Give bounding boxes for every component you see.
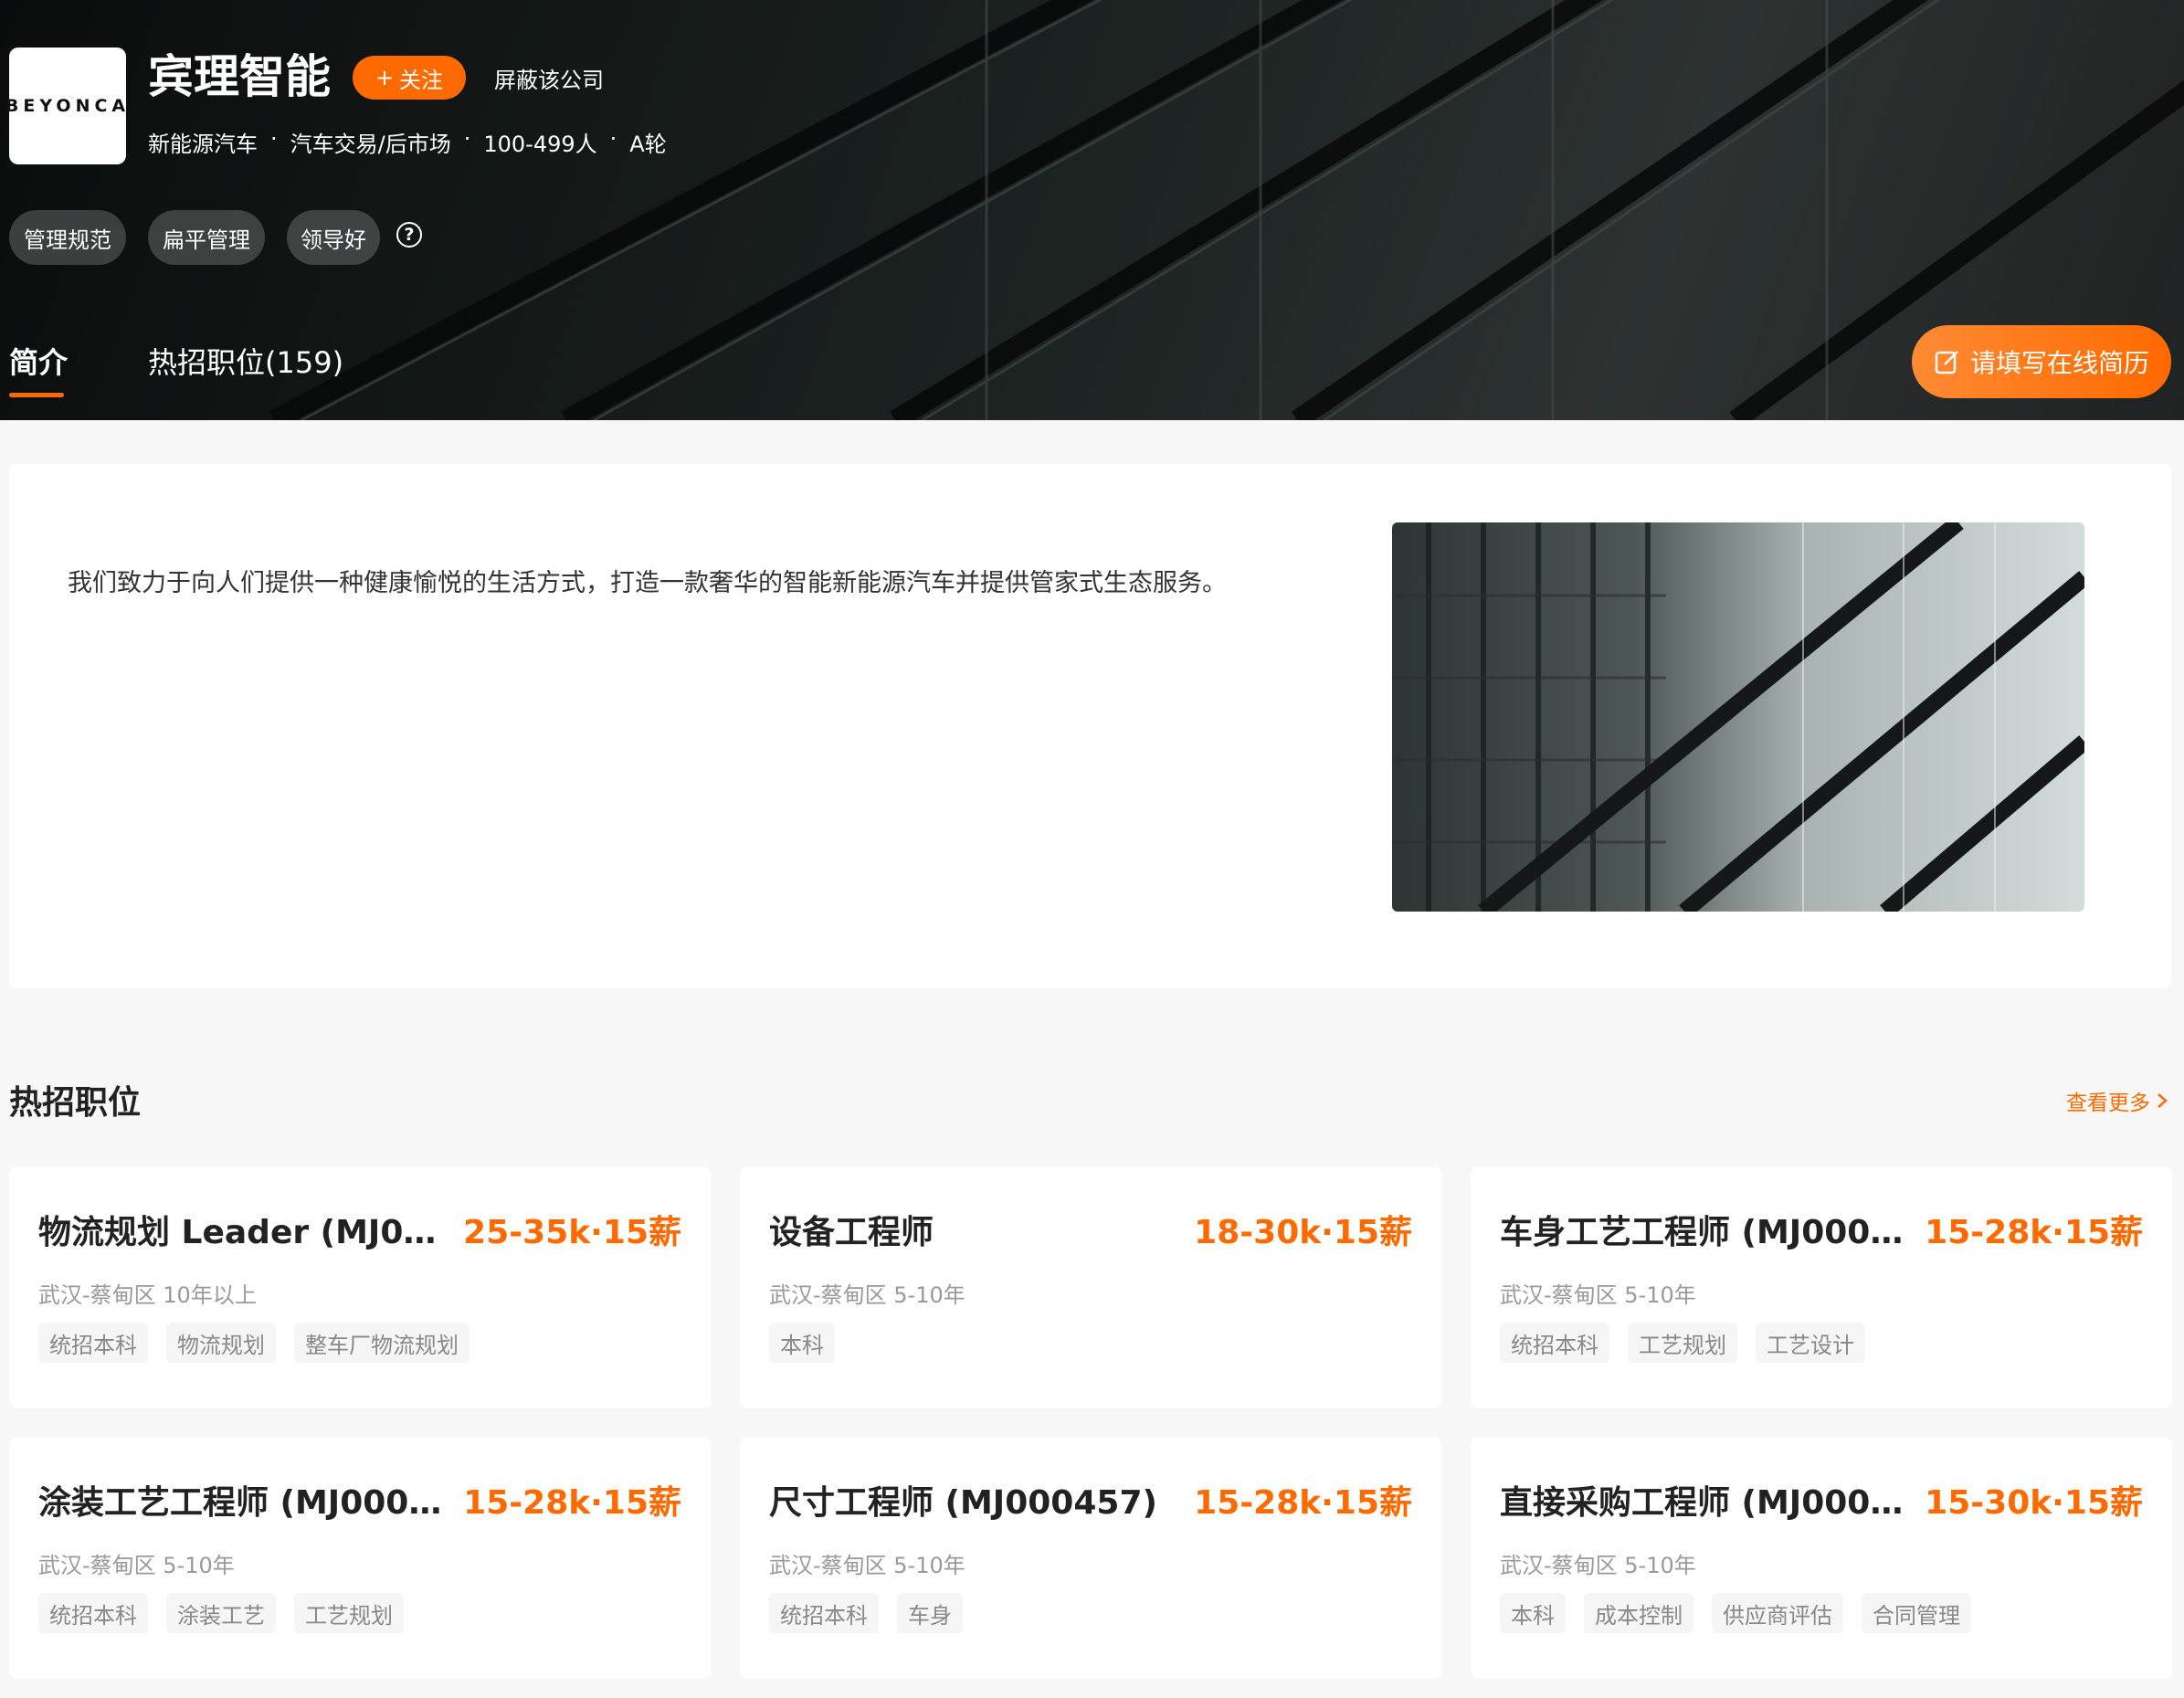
job-title: 设备工程师	[769, 1214, 934, 1251]
meta-separator: ·	[609, 126, 617, 152]
job-location: 武汉-蔡甸区 10年以上	[38, 1282, 257, 1308]
job-tag: 车身	[897, 1593, 963, 1633]
job-tag: 整车厂物流规划	[294, 1323, 470, 1363]
active-tab-indicator	[9, 393, 64, 397]
follow-button[interactable]: + 关注	[353, 56, 466, 100]
job-tag: 统招本科	[38, 1593, 148, 1633]
job-location: 武汉-蔡甸区 5-10年	[1500, 1553, 1696, 1578]
job-salary: 15-30k·15薪	[1925, 1484, 2143, 1522]
job-salary: 25-35k·15薪	[463, 1214, 681, 1251]
meta-size: 100-499人	[483, 132, 597, 157]
job-location: 武汉-蔡甸区 5-10年	[769, 1553, 965, 1578]
job-tags: 统招本科 车身	[769, 1593, 963, 1633]
job-location: 武汉-蔡甸区 5-10年	[1500, 1282, 1696, 1308]
job-tag: 工艺规划	[1628, 1323, 1737, 1363]
job-card[interactable]: 物流规划 Leader (MJ000... 25-35k·15薪 武汉-蔡甸区 …	[9, 1167, 711, 1408]
company-logo: BEYONCA	[5, 47, 126, 164]
follow-label: 关注	[399, 67, 444, 93]
job-tag: 统招本科	[1500, 1323, 1609, 1363]
company-intro-card: 我们致力于向人们提供一种健康愉悦的生活方式，打造一款奢华的智能新能源汽车并提供管…	[9, 464, 2171, 988]
company-intro-text: 我们致力于向人们提供一种健康愉悦的生活方式，打造一款奢华的智能新能源汽车并提供管…	[68, 569, 1227, 597]
job-card[interactable]: 涂装工艺工程师 (MJ0004... 15-28k·15薪 武汉-蔡甸区 5-1…	[9, 1438, 711, 1679]
job-salary: 15-28k·15薪	[1925, 1214, 2143, 1251]
view-more-link[interactable]: 查看更多	[2066, 1085, 2168, 1116]
job-tags: 本科 成本控制 供应商评估 合同管理	[1500, 1593, 1971, 1633]
job-card[interactable]: 车身工艺工程师 (MJ0004... 15-28k·15薪 武汉-蔡甸区 5-1…	[1471, 1167, 2172, 1408]
job-tag: 统招本科	[38, 1323, 148, 1363]
job-title: 尺寸工程师 (MJ000457)	[769, 1484, 1157, 1522]
company-header: BEYONCA 宾理智能 + 关注 屏蔽该公司 新能源汽车 · 汽车交易/后市场…	[0, 0, 2184, 420]
job-title: 直接采购工程师 (MJ00015...	[1500, 1484, 1920, 1522]
meta-funding: A轮	[629, 132, 667, 157]
company-meta: 新能源汽车 · 汽车交易/后市场 · 100-499人 · A轮	[148, 126, 667, 158]
job-salary: 15-28k·15薪	[463, 1484, 681, 1522]
job-title: 车身工艺工程师 (MJ0004...	[1500, 1214, 1920, 1251]
fill-resume-button[interactable]: 请填写在线简历	[1912, 325, 2171, 398]
job-card[interactable]: 尺寸工程师 (MJ000457) 15-28k·15薪 武汉-蔡甸区 5-10年…	[740, 1438, 1441, 1679]
meta-separator: ·	[463, 126, 471, 152]
tab-hot-jobs[interactable]: 热招职位(159)	[148, 340, 343, 382]
view-more-label: 查看更多	[2066, 1092, 2150, 1115]
hot-jobs-heading: 热招职位	[9, 1084, 142, 1122]
job-tag: 工艺规划	[294, 1593, 404, 1633]
chevron-right-icon	[2158, 1093, 2168, 1108]
company-photo	[1392, 522, 2084, 912]
job-tag: 涂装工艺	[166, 1593, 276, 1633]
job-location: 武汉-蔡甸区 5-10年	[38, 1553, 235, 1578]
job-card[interactable]: 设备工程师 18-30k·15薪 武汉-蔡甸区 5-10年 本科	[740, 1167, 1441, 1408]
job-tag: 工艺设计	[1756, 1323, 1865, 1363]
job-location: 武汉-蔡甸区 5-10年	[769, 1282, 965, 1308]
company-tag: 扁平管理	[148, 210, 265, 265]
job-title: 涂装工艺工程师 (MJ0004...	[38, 1484, 459, 1522]
logo-text: BEYONCA	[5, 96, 131, 116]
job-tags: 统招本科 物流规划 整车厂物流规划	[38, 1323, 470, 1363]
plus-icon: +	[375, 65, 395, 90]
job-tag: 统招本科	[769, 1593, 879, 1633]
job-tags: 统招本科 涂装工艺 工艺规划	[38, 1593, 404, 1633]
job-tag: 成本控制	[1584, 1593, 1693, 1633]
job-tags: 本科	[769, 1323, 835, 1363]
company-name: 宾理智能	[148, 50, 331, 103]
question-icon[interactable]: ?	[396, 222, 422, 248]
meta-business: 汽车交易/后市场	[290, 132, 451, 157]
block-company-link[interactable]: 屏蔽该公司	[494, 62, 604, 94]
job-tags: 统招本科 工艺规划 工艺设计	[1500, 1323, 1865, 1363]
job-tag: 本科	[1500, 1593, 1566, 1633]
job-tag: 物流规划	[166, 1323, 276, 1363]
job-tag: 本科	[769, 1323, 835, 1363]
edit-icon	[1935, 351, 1958, 374]
job-salary: 15-28k·15薪	[1194, 1484, 1412, 1522]
job-salary: 18-30k·15薪	[1194, 1214, 1412, 1251]
tab-intro[interactable]: 简介	[9, 340, 68, 382]
fill-resume-label: 请填写在线简历	[1969, 348, 2149, 378]
company-tag: 管理规范	[9, 210, 126, 265]
meta-industry: 新能源汽车	[148, 132, 258, 157]
job-title: 物流规划 Leader (MJ000...	[38, 1214, 459, 1251]
company-tag: 领导好	[287, 210, 380, 265]
meta-separator: ·	[270, 126, 278, 152]
job-tag: 供应商评估	[1712, 1593, 1843, 1633]
job-card[interactable]: 直接采购工程师 (MJ00015... 15-30k·15薪 武汉-蔡甸区 5-…	[1471, 1438, 2172, 1679]
job-tag: 合同管理	[1862, 1593, 1971, 1633]
